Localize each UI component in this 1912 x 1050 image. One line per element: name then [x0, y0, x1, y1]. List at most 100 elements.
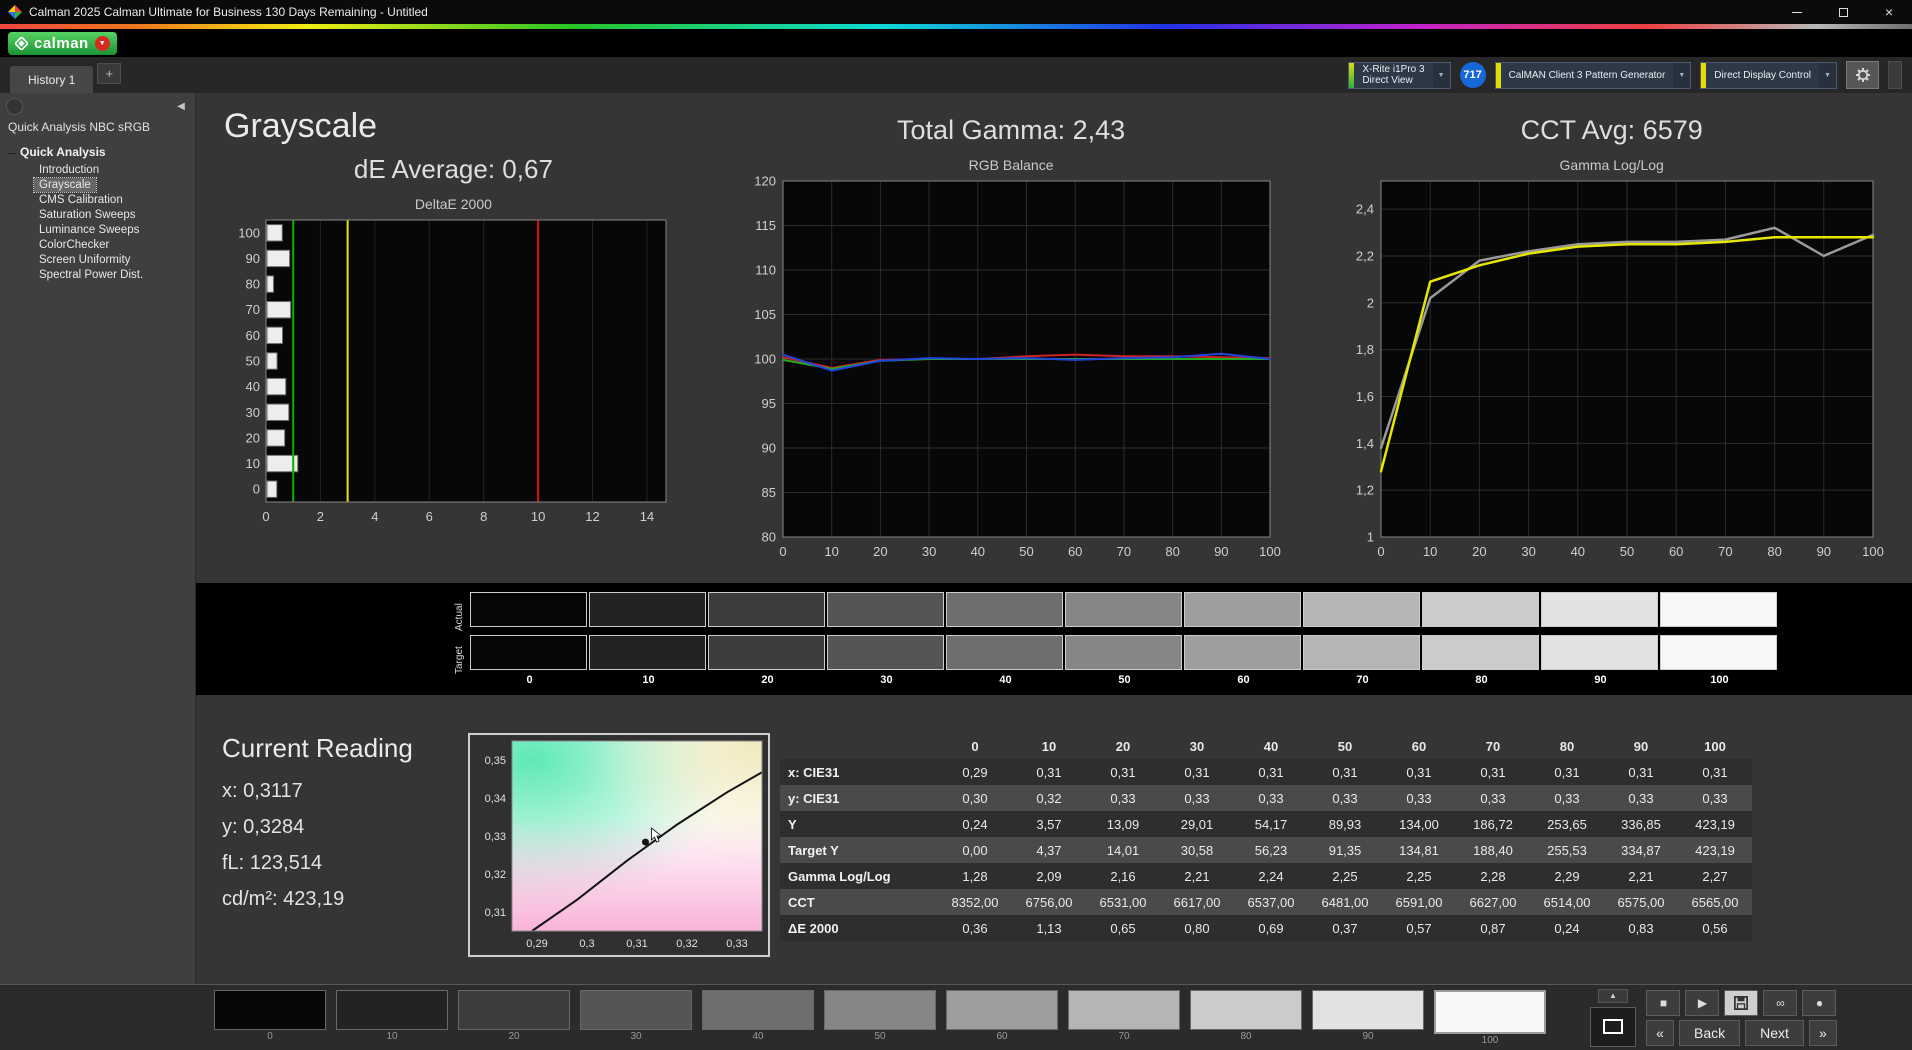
- svg-text:0: 0: [253, 482, 260, 497]
- pattern-level-20[interactable]: 20: [458, 990, 570, 1046]
- meter-count-badge[interactable]: 717: [1460, 62, 1486, 88]
- current-reading-line: fL: 123,514: [222, 852, 468, 875]
- sidebar-item-screen-uniformity[interactable]: Screen Uniformity: [34, 253, 135, 267]
- table-cell: 0,65: [1086, 921, 1160, 936]
- minimize-button[interactable]: [1774, 0, 1820, 24]
- continuous-read-button[interactable]: ∞: [1763, 990, 1797, 1016]
- current-reading-title: Current Reading: [222, 733, 468, 764]
- svg-text:20: 20: [1472, 544, 1486, 559]
- svg-text:105: 105: [754, 307, 776, 322]
- expand-up-button[interactable]: ▲: [1598, 989, 1628, 1003]
- sidebar-collapse-button[interactable]: ◀: [171, 101, 191, 112]
- grayscale-column: Grayscale dE Average: 0,67 DeltaE 2000 0…: [196, 93, 711, 565]
- display-control-selector[interactable]: Direct Display Control ▼: [1700, 62, 1837, 89]
- pattern-level-50[interactable]: 50: [824, 990, 936, 1046]
- pattern-level-40[interactable]: 40: [702, 990, 814, 1046]
- sidebar-item-introduction[interactable]: Introduction: [34, 163, 104, 177]
- bottom-row: Current Reading x: 0,3117y: 0,3284fL: 12…: [196, 733, 1912, 957]
- save-button[interactable]: [1724, 990, 1758, 1016]
- table-row-label: y: CIE31: [780, 791, 938, 806]
- sidebar-item-luminance-sweeps[interactable]: Luminance Sweeps: [34, 223, 144, 237]
- svg-text:110: 110: [755, 263, 776, 278]
- de-average-readout: dE Average: 0,67: [354, 154, 553, 185]
- pattern-level-swatch: [1190, 990, 1302, 1030]
- deltae-chart-title: DeltaE 2000: [415, 196, 492, 212]
- table-column-header: 10: [1012, 739, 1086, 754]
- svg-text:40: 40: [246, 379, 260, 394]
- maximize-button[interactable]: [1820, 0, 1866, 24]
- table-row-y-cie31: y: CIE310,300,320,330,330,330,330,330,33…: [780, 785, 1752, 811]
- pattern-level-30[interactable]: 30: [580, 990, 692, 1046]
- svg-text:0: 0: [263, 509, 270, 524]
- table-cell: 2,16: [1086, 869, 1160, 884]
- meter-name: X-Rite i1Pro 3: [1362, 64, 1424, 75]
- add-tab-button[interactable]: +: [97, 63, 121, 84]
- table-cell: 253,65: [1530, 817, 1604, 832]
- gray-patch-30: [827, 592, 944, 627]
- patch-column-label: 20: [708, 674, 827, 686]
- svg-text:10: 10: [531, 509, 545, 524]
- pattern-level-70[interactable]: 70: [1068, 990, 1180, 1046]
- gray-patch-10: [589, 635, 706, 670]
- sidebar-item-grayscale[interactable]: Grayscale: [34, 178, 96, 192]
- pattern-level-swatch: [214, 990, 326, 1030]
- stop-button[interactable]: ■: [1646, 990, 1680, 1016]
- svg-text:0,33: 0,33: [485, 831, 506, 843]
- jump-next-button[interactable]: »: [1809, 1020, 1837, 1046]
- workflow-sidebar: ◀ Quick Analysis NBC sRGB Quick Analysis…: [0, 93, 196, 984]
- tab-history-1[interactable]: History 1: [10, 66, 93, 93]
- workflow-home-button[interactable]: [6, 98, 23, 115]
- svg-text:20: 20: [873, 544, 887, 559]
- svg-text:30: 30: [921, 544, 935, 559]
- svg-text:1,2: 1,2: [1356, 483, 1374, 498]
- pattern-level-100[interactable]: 100: [1434, 990, 1546, 1046]
- svg-text:90: 90: [246, 251, 260, 266]
- deltae-bar-chart: 024681012140102030405060708090100: [228, 212, 678, 530]
- pattern-level-0[interactable]: 0: [214, 990, 326, 1046]
- current-reading-values: x: 0,3117y: 0,3284fL: 123,514cd/m²: 423,…: [222, 780, 468, 911]
- pattern-level-90[interactable]: 90: [1312, 990, 1424, 1046]
- pattern-level-80[interactable]: 80: [1190, 990, 1302, 1046]
- sidebar-item-spectral-power-dist-[interactable]: Spectral Power Dist.: [34, 268, 148, 282]
- table-row-x-cie31: x: CIE310,290,310,310,310,310,310,310,31…: [780, 759, 1752, 785]
- record-button[interactable]: ●: [1802, 990, 1836, 1016]
- svg-text:1: 1: [1366, 530, 1373, 545]
- play-button[interactable]: ▶: [1685, 990, 1719, 1016]
- pattern-level-swatch: [946, 990, 1058, 1030]
- rgb-chart-title: RGB Balance: [969, 157, 1054, 173]
- table-cell: 0,31: [1604, 765, 1678, 780]
- svg-text:2,2: 2,2: [1356, 248, 1374, 263]
- pattern-window-button[interactable]: [1590, 1007, 1636, 1047]
- gray-patch-80: [1422, 635, 1539, 670]
- overflow-button[interactable]: [1888, 61, 1902, 89]
- svg-text:4: 4: [372, 509, 379, 524]
- table-column-header: 30: [1160, 739, 1234, 754]
- pattern-level-label: 40: [752, 1031, 763, 1042]
- back-button[interactable]: Back: [1679, 1020, 1740, 1046]
- sidebar-item-colorchecker[interactable]: ColorChecker: [34, 238, 114, 252]
- gray-patch-80: [1422, 592, 1539, 627]
- workflow-title: Quick Analysis NBC sRGB: [0, 117, 195, 144]
- calman-menu-button[interactable]: calman ▼: [8, 32, 117, 55]
- svg-text:0,29: 0,29: [526, 938, 547, 950]
- sidebar-item-saturation-sweeps[interactable]: Saturation Sweeps: [34, 208, 141, 222]
- workflow-root[interactable]: Quick Analysis: [0, 144, 195, 162]
- pattern-level-60[interactable]: 60: [946, 990, 1058, 1046]
- sidebar-item-cms-calibration[interactable]: CMS Calibration: [34, 193, 128, 207]
- settings-button[interactable]: [1846, 61, 1879, 89]
- patch-column-label: 40: [946, 674, 1065, 686]
- table-cell: 2,28: [1456, 869, 1530, 884]
- svg-text:80: 80: [761, 530, 775, 545]
- close-button[interactable]: ×: [1866, 0, 1912, 24]
- pattern-level-swatch: [458, 990, 570, 1030]
- table-cell: 0,31: [1530, 765, 1604, 780]
- next-button[interactable]: Next: [1745, 1020, 1804, 1046]
- pattern-level-10[interactable]: 10: [336, 990, 448, 1046]
- meter-selector[interactable]: X-Rite i1Pro 3 Direct View ▼: [1348, 62, 1450, 89]
- jump-back-button[interactable]: «: [1646, 1020, 1674, 1046]
- svg-text:50: 50: [1019, 544, 1033, 559]
- pattern-level-label: 80: [1240, 1031, 1251, 1042]
- pattern-generator-selector[interactable]: CalMAN Client 3 Pattern Generator ▼: [1495, 62, 1692, 89]
- gear-icon: [1855, 67, 1871, 83]
- svg-text:100: 100: [1259, 544, 1281, 559]
